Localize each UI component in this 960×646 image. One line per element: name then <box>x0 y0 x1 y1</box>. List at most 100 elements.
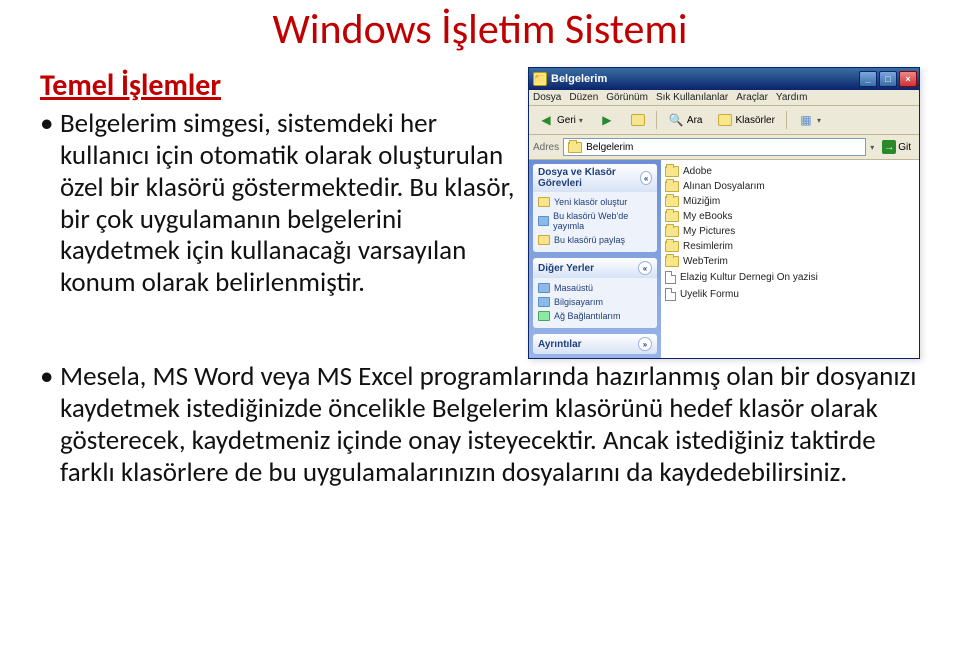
forward-icon: ▶ <box>599 112 615 128</box>
task-share-folder[interactable]: Bu klasörü paylaş <box>538 233 652 247</box>
search-label: Ara <box>687 115 703 126</box>
bullet-1: Belgelerim simgesi, sistemdeki her kulla… <box>40 108 520 299</box>
subheading: Temel İşlemler <box>40 67 520 104</box>
maximize-button[interactable]: □ <box>879 71 897 87</box>
file-icon <box>665 288 676 301</box>
list-item[interactable]: Uyelik Formu <box>665 286 915 303</box>
folder-icon <box>568 142 582 153</box>
task-label: Bu klasörü Web'de yayımla <box>553 211 652 231</box>
panel-tasks: Dosya ve Klasör Görevleri « Yeni klasör … <box>533 164 657 252</box>
panel-tasks-header[interactable]: Dosya ve Klasör Görevleri « <box>533 164 657 192</box>
list-item[interactable]: Elazig Kultur Dernegi On yazisi <box>665 269 915 286</box>
file-name: Uyelik Formu <box>680 289 739 300</box>
panel-details: Ayrıntılar » <box>533 334 657 354</box>
place-mycomputer[interactable]: Bilgisayarım <box>538 295 652 309</box>
search-button[interactable]: 🔍 Ara <box>663 109 708 131</box>
menu-view[interactable]: Görünüm <box>606 92 648 103</box>
folder-icon <box>665 226 679 237</box>
address-value: Belgelerim <box>586 142 633 153</box>
go-button[interactable]: → Git <box>878 140 915 154</box>
chevron-down-icon: ▾ <box>817 116 821 125</box>
desktop-icon <box>538 283 550 293</box>
sidebar: Dosya ve Klasör Görevleri « Yeni klasör … <box>529 160 661 358</box>
web-icon <box>538 216 549 226</box>
task-label: Bu klasörü paylaş <box>554 235 625 245</box>
address-dropdown[interactable]: ▾ <box>870 143 874 152</box>
file-name: My Pictures <box>683 226 735 237</box>
minimize-button[interactable]: _ <box>859 71 877 87</box>
task-new-folder[interactable]: Yeni klasör oluştur <box>538 195 652 209</box>
separator <box>786 111 787 129</box>
address-label: Adres <box>533 142 559 153</box>
menu-file[interactable]: Dosya <box>533 92 561 103</box>
expand-icon: » <box>638 337 652 351</box>
folder-icon <box>538 197 550 207</box>
panel-places-header[interactable]: Diğer Yerler « <box>533 258 657 278</box>
place-desktop[interactable]: Masaüstü <box>538 281 652 295</box>
place-label: Ağ Bağlantılarım <box>554 311 621 321</box>
folders-label: Klasörler <box>735 115 774 126</box>
share-icon <box>538 235 550 245</box>
folder-icon <box>665 256 679 267</box>
panel-tasks-title: Dosya ve Klasör Görevleri <box>538 167 640 189</box>
panel-details-title: Ayrıntılar <box>538 339 582 350</box>
file-name: Alınan Dosyalarım <box>683 181 765 192</box>
collapse-icon: « <box>638 261 652 275</box>
up-button[interactable] <box>626 111 650 129</box>
close-button[interactable]: × <box>899 71 917 87</box>
go-label: Git <box>898 142 911 153</box>
list-item[interactable]: My Pictures <box>665 224 915 239</box>
folder-icon <box>665 211 679 222</box>
file-icon <box>665 271 676 284</box>
menu-edit[interactable]: Düzen <box>569 92 598 103</box>
task-publish-web[interactable]: Bu klasörü Web'de yayımla <box>538 209 652 233</box>
list-item[interactable]: WebTerim <box>665 254 915 269</box>
go-icon: → <box>882 140 896 154</box>
back-button[interactable]: ◀ Geri ▾ <box>533 109 588 131</box>
list-item[interactable]: My eBooks <box>665 209 915 224</box>
file-name: Müziğim <box>683 196 720 207</box>
place-network[interactable]: Ağ Bağlantılarım <box>538 309 652 323</box>
file-list: Adobe Alınan Dosyalarım Müziğim My eBooks My… <box>661 160 919 358</box>
menubar: Dosya Düzen Görünüm Sık Kullanılanlar Ar… <box>529 90 919 106</box>
place-label: Bilgisayarım <box>554 297 603 307</box>
chevron-down-icon: ▾ <box>579 116 583 125</box>
list-item[interactable]: Alınan Dosyalarım <box>665 179 915 194</box>
place-label: Masaüstü <box>554 283 593 293</box>
menu-favorites[interactable]: Sık Kullanılanlar <box>656 92 728 103</box>
search-icon: 🔍 <box>668 112 684 128</box>
back-icon: ◀ <box>538 112 554 128</box>
folder-icon <box>665 181 679 192</box>
file-name: My eBooks <box>683 211 732 222</box>
folders-button[interactable]: Klasörler <box>713 111 779 129</box>
panel-details-header[interactable]: Ayrıntılar » <box>533 334 657 354</box>
folder-icon <box>665 166 679 177</box>
file-name: Adobe <box>683 166 712 177</box>
file-name: Resimlerim <box>683 241 733 252</box>
folder-icon <box>665 241 679 252</box>
list-item[interactable]: Adobe <box>665 164 915 179</box>
views-button[interactable]: ▦ ▾ <box>793 109 826 131</box>
separator <box>656 111 657 129</box>
address-field[interactable]: Belgelerim <box>563 138 866 156</box>
file-name: Elazig Kultur Dernegi On yazisi <box>680 272 818 283</box>
network-icon <box>538 311 550 321</box>
panel-places: Diğer Yerler « Masaüstü Bilgisayarım Ağ … <box>533 258 657 328</box>
titlebar[interactable]: 📁 Belgelerim _ □ × <box>529 68 919 90</box>
menu-tools[interactable]: Araçlar <box>736 92 768 103</box>
addressbar: Adres Belgelerim ▾ → Git <box>529 135 919 160</box>
list-item[interactable]: Resimlerim <box>665 239 915 254</box>
bullet-2: Mesela, MS Word veya MS Excel programlar… <box>40 361 920 488</box>
views-icon: ▦ <box>798 112 814 128</box>
folder-icon <box>665 196 679 207</box>
window-title: Belgelerim <box>551 73 855 85</box>
up-folder-icon <box>631 114 645 126</box>
forward-button[interactable]: ▶ <box>594 109 620 131</box>
page-title: Windows İşletim Sistemi <box>40 4 920 55</box>
list-item[interactable]: Müziğim <box>665 194 915 209</box>
explorer-window: 📁 Belgelerim _ □ × Dosya Düzen Görünüm S… <box>528 67 920 359</box>
folders-icon <box>718 114 732 126</box>
menu-help[interactable]: Yardım <box>776 92 808 103</box>
computer-icon <box>538 297 550 307</box>
collapse-icon: « <box>640 171 652 185</box>
